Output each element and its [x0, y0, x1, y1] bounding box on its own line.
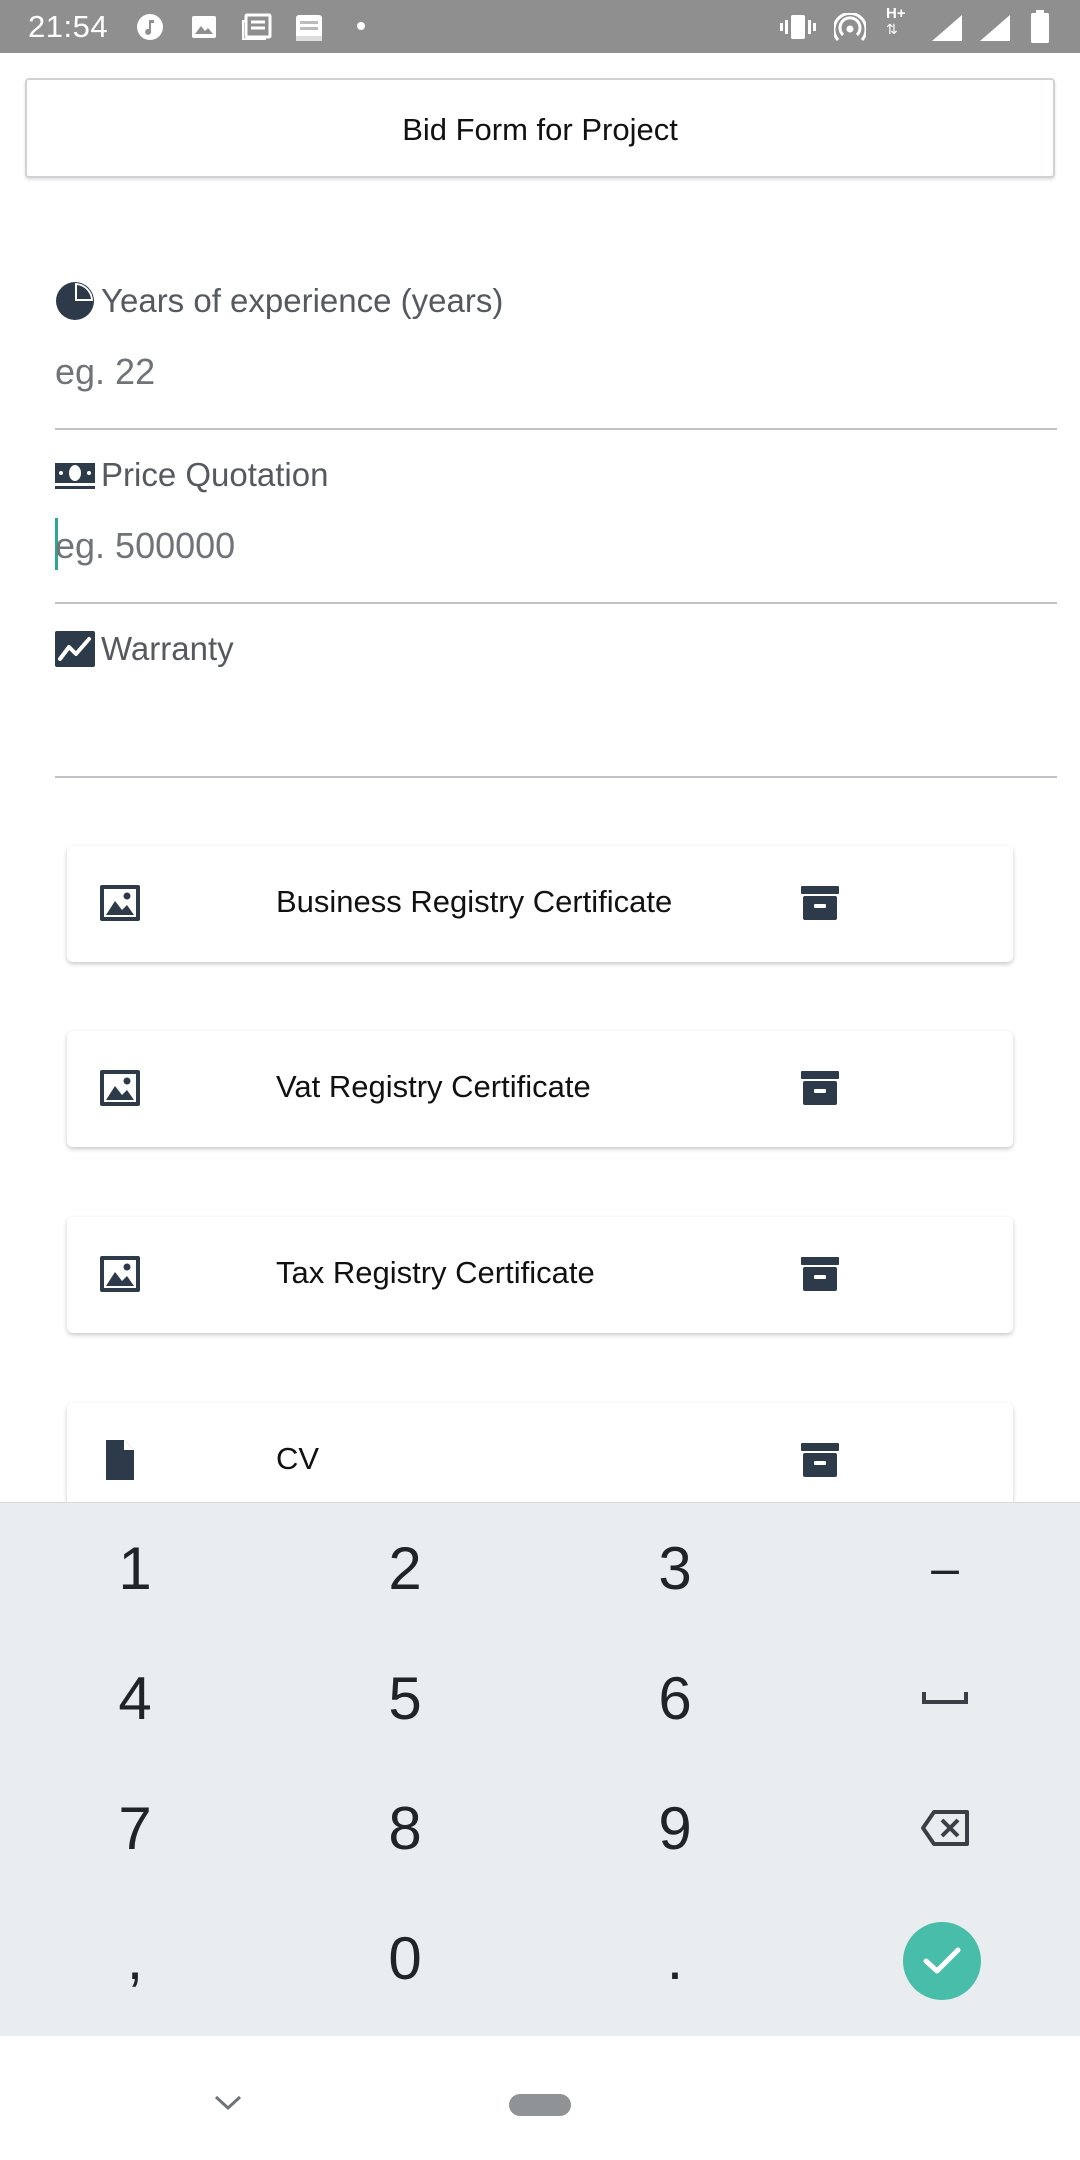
image-icon [100, 885, 140, 921]
years-of-experience-input[interactable] [55, 342, 1035, 402]
form-header: Bid Form for Project [25, 78, 1055, 178]
document-label: Vat Registry Certificate [276, 1069, 591, 1104]
field-label-row: Years of experience (years) [55, 278, 503, 324]
file-icon [106, 1440, 134, 1480]
chart-area-icon [55, 631, 95, 667]
archive-icon[interactable] [801, 1069, 839, 1107]
field-label: Warranty [101, 630, 234, 667]
price-quotation-field: Price Quotation [55, 452, 1057, 604]
backspace-icon [921, 1810, 969, 1846]
image-icon [100, 1070, 140, 1106]
status-bar: 21:54 H+ ⇅ [0, 0, 1080, 53]
navigation-bar [0, 2036, 1080, 2160]
key-8[interactable]: 8 [270, 1763, 540, 1893]
key-9[interactable]: 9 [540, 1763, 810, 1893]
key-minus[interactable]: – [810, 1503, 1080, 1633]
document-card[interactable]: Business Registry Certificate [67, 846, 1013, 962]
field-label-row: Price Quotation [55, 452, 328, 498]
price-quotation-input[interactable] [55, 516, 1035, 576]
key-3[interactable]: 3 [540, 1503, 810, 1633]
warranty-field: Warranty [55, 626, 1057, 778]
key-backspace[interactable] [810, 1763, 1080, 1893]
document-label: CV [276, 1441, 320, 1476]
news-icon [242, 13, 272, 40]
warranty-input[interactable] [55, 690, 1035, 750]
key-period[interactable]: . [540, 1893, 810, 2023]
document-card[interactable]: Vat Registry Certificate [67, 1031, 1013, 1147]
signal-icon [932, 15, 962, 41]
pie-chart-icon [56, 282, 94, 320]
archive-icon[interactable] [801, 1441, 839, 1479]
money-bill-icon [55, 463, 95, 489]
document-card[interactable]: Tax Registry Certificate [67, 1217, 1013, 1333]
archive-icon[interactable] [801, 1255, 839, 1293]
space-icon [922, 1692, 968, 1704]
home-pill[interactable] [509, 2094, 571, 2116]
image-icon [192, 16, 216, 38]
document-label: Tax Registry Certificate [276, 1255, 595, 1290]
archive-icon[interactable] [801, 884, 839, 922]
key-0[interactable]: 0 [270, 1893, 540, 2023]
dot-icon [357, 22, 365, 30]
music-icon [137, 14, 163, 40]
key-7[interactable]: 7 [0, 1763, 270, 1893]
numeric-keyboard: 1 2 3 – 4 5 6 7 8 9 , 0 . [0, 1502, 1080, 2036]
key-1[interactable]: 1 [0, 1503, 270, 1633]
document-label: Business Registry Certificate [276, 884, 673, 919]
image-icon [100, 1256, 140, 1292]
key-space[interactable] [810, 1633, 1080, 1763]
page-title: Bid Form for Project [402, 112, 678, 147]
signal-icon [980, 15, 1010, 41]
chevron-down-icon[interactable] [213, 2093, 243, 2113]
h-plus-data-icon: H+ ⇅ [886, 6, 916, 42]
check-icon [923, 1947, 961, 1974]
key-4[interactable]: 4 [0, 1633, 270, 1763]
bible-icon [296, 15, 322, 41]
key-5[interactable]: 5 [270, 1633, 540, 1763]
vibrate-icon [780, 15, 816, 39]
done-button[interactable] [903, 1922, 981, 2000]
field-label: Years of experience (years) [101, 282, 504, 319]
status-time: 21:54 [28, 9, 109, 44]
key-2[interactable]: 2 [270, 1503, 540, 1633]
key-6[interactable]: 6 [540, 1633, 810, 1763]
network-label: H+ [886, 5, 906, 22]
field-label-row: Warranty [55, 626, 234, 672]
years-of-experience-field: Years of experience (years) [55, 278, 1057, 430]
hotspot-icon [834, 13, 866, 41]
field-label: Price Quotation [101, 456, 329, 493]
battery-icon [1031, 10, 1049, 43]
key-comma[interactable]: , [0, 1893, 270, 2023]
